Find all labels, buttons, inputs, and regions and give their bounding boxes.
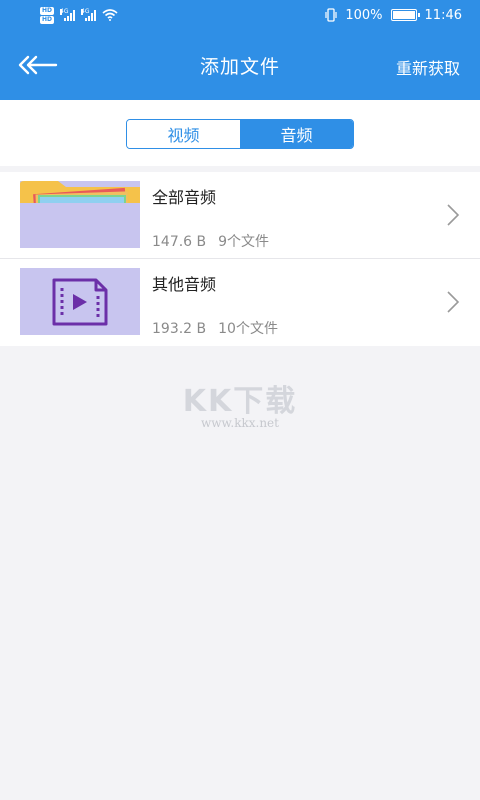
network-type-1: 4G [60,8,69,15]
wifi-icon [102,9,118,21]
battery-percent: 100% [345,7,383,23]
status-left: HD HD 4G 4G [40,6,118,24]
watermark-logo: KK下载 [182,384,298,419]
status-right: 100% 11:46 [325,8,462,23]
file-list: 全部音频 147.6 B 9个文件 其他音频 193.2 B 10个文件 [0,172,480,346]
tab-area: 视频 音频 [0,100,480,166]
item-size: 193.2 B [152,321,207,337]
refetch-button[interactable]: 重新获取 [396,55,460,79]
video-file-icon [20,268,140,335]
list-item-all-audio[interactable]: 全部音频 147.6 B 9个文件 [0,172,480,259]
item-size: 147.6 B [152,234,207,250]
item-count: 9个文件 [218,234,270,250]
network-type-2: 4G [81,8,90,15]
tab-audio[interactable]: 音频 [240,120,353,148]
tab-switcher: 视频 音频 [126,119,354,149]
signal-icon-2: 4G [81,8,97,21]
tab-video[interactable]: 视频 [127,120,240,148]
chevron-right-icon [447,204,460,226]
app-bar: 添加文件 重新获取 [0,30,480,100]
chevron-right-icon [447,291,460,313]
item-title: 全部音频 [152,188,217,207]
vibrate-icon [325,8,337,22]
hd-badge: HD [40,6,55,15]
list-item-other-audio[interactable]: 其他音频 193.2 B 10个文件 [0,259,480,346]
item-meta: 193.2 B 10个文件 [152,318,278,338]
hd-badges: HD HD [40,6,55,24]
watermark-url: www.kkx.net [201,416,279,430]
item-meta: 147.6 B 9个文件 [152,231,269,251]
clock: 11:46 [424,7,462,23]
item-count: 10个文件 [218,321,278,337]
hd-badge-2: HD [40,15,55,24]
signal-icon: 4G [60,8,76,21]
status-bar: HD HD 4G 4G 100% 11:46 [0,0,480,30]
folder-icon [20,181,140,248]
battery-icon [390,9,420,21]
item-title: 其他音频 [152,275,217,294]
